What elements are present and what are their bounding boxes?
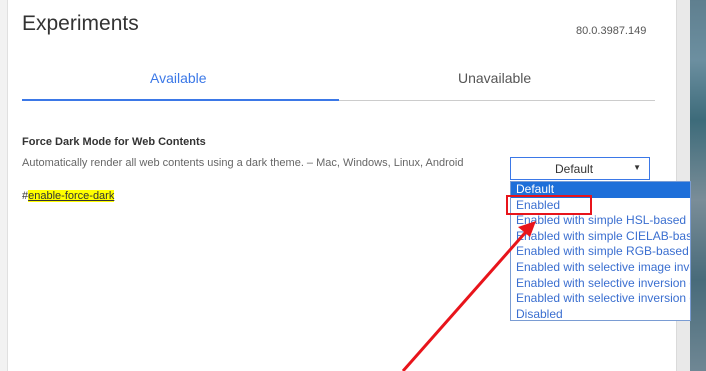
experiment-link[interactable]: #enable-force-dark	[22, 190, 115, 202]
dropdown-option-disabled[interactable]: Disabled	[511, 307, 690, 320]
tab-unavailable[interactable]: Unavailable	[458, 70, 531, 86]
annotation-highlight-box	[506, 195, 592, 215]
tab-available[interactable]: Available	[150, 70, 207, 86]
dropdown-option-selective-non-image[interactable]: Enabled with selective inversion of non-…	[511, 276, 690, 292]
dropdown-option-rgb[interactable]: Enabled with simple RGB-based inversion	[511, 244, 690, 260]
background-window-edge	[690, 0, 706, 371]
page-title: Experiments	[22, 12, 139, 35]
experiment-select[interactable]: Default ▼	[510, 157, 650, 180]
left-panel-edge	[0, 0, 8, 371]
experiment-description: Automatically render all web contents us…	[22, 157, 464, 169]
version-label: 80.0.3987.149	[576, 25, 647, 37]
experiment-link-text[interactable]: enable-force-dark	[28, 190, 115, 202]
chevron-down-icon: ▼	[633, 163, 641, 172]
tab-divider	[339, 100, 655, 101]
active-tab-indicator	[22, 99, 339, 101]
dropdown-option-hsl[interactable]: Enabled with simple HSL-based inversion	[511, 213, 690, 229]
dropdown-option-selective-image[interactable]: Enabled with selective image inversion	[511, 260, 690, 276]
dropdown-option-selective-everything[interactable]: Enabled with selective inversion of ever…	[511, 291, 690, 307]
select-value: Default	[555, 162, 594, 176]
experiment-title: Force Dark Mode for Web Contents	[22, 136, 206, 148]
dropdown-option-cielab[interactable]: Enabled with simple CIELAB-based inversi…	[511, 229, 690, 245]
